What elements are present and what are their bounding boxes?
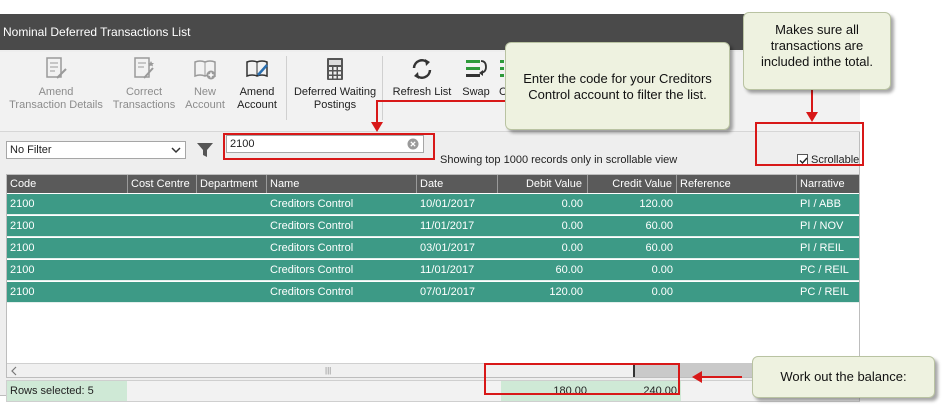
column-header-code[interactable]: Code (10, 175, 126, 193)
cell-debit: 0.00 (561, 198, 583, 210)
status-bar: Rows selected: 5 180.00 240.00 (6, 380, 860, 402)
deferred-label-2: Postings (313, 99, 357, 111)
cell-name: Creditors Control (270, 286, 354, 298)
cell-code: 2100 (10, 220, 35, 232)
correct-label-1: Correct (125, 86, 163, 98)
new-account-label-1: New (193, 86, 216, 98)
scrollbar-grip-icon[interactable]: ||| (325, 367, 335, 375)
scroll-left-icon[interactable] (9, 366, 19, 376)
calculator-icon (327, 58, 343, 80)
column-header-narrative[interactable]: Narrative (796, 175, 859, 193)
cell-code: 2100 (10, 242, 35, 254)
cell-name: Creditors Control (270, 264, 354, 276)
refresh-icon (412, 59, 432, 79)
cell-debit: 0.00 (561, 220, 583, 232)
swap-icon (466, 60, 487, 77)
toolbar-divider (382, 56, 383, 120)
cell-date: 10/01/2017 (420, 198, 476, 210)
cell-debit: 0.00 (561, 242, 583, 254)
cell-code: 2100 (10, 264, 35, 276)
document-pencil-icon (46, 57, 67, 79)
swap-button[interactable]: Swap (458, 56, 494, 99)
table-row[interactable]: 2100 Creditors Control 11/01/2017 60.00 … (7, 260, 859, 281)
column-header-department[interactable]: Department (196, 175, 264, 193)
cell-narrative: PI / NOV (800, 220, 844, 232)
cell-debit: 120.00 (549, 286, 583, 298)
search-highlight-box (223, 133, 435, 160)
cell-date: 03/01/2017 (420, 242, 476, 254)
column-header-credit[interactable]: Credit Value (587, 175, 675, 193)
amend-account-label-2: Account (237, 99, 277, 111)
filter-funnel-icon[interactable] (196, 141, 214, 159)
column-header-debit[interactable]: Debit Value (497, 175, 585, 193)
cell-narrative: PC / REIL (800, 286, 849, 298)
table-row[interactable]: 2100 Creditors Control 07/01/2017 120.00… (7, 282, 859, 303)
document-wand-icon (134, 57, 154, 79)
cell-credit: 120.00 (639, 198, 673, 210)
cell-credit: 60.00 (645, 242, 673, 254)
cell-narrative: PI / REIL (800, 242, 845, 254)
column-header-reference[interactable]: Reference (676, 175, 796, 193)
refresh-label: Refresh List (392, 86, 452, 98)
cell-credit: 0.00 (651, 286, 673, 298)
amend-transaction-details-button[interactable]: Amend Transaction Details (8, 56, 104, 112)
cell-narrative: PI / ABB (800, 198, 841, 210)
new-account-button[interactable]: New Account (182, 56, 228, 112)
cell-code: 2100 (10, 286, 35, 298)
cell-narrative: PC / REIL (800, 264, 849, 276)
cell-code: 2100 (10, 198, 35, 210)
table-row[interactable]: 2100 Creditors Control 11/01/2017 0.00 6… (7, 216, 859, 237)
cell-debit: 60.00 (555, 264, 583, 276)
scrollable-callout: Makes sure all transactions are included… (743, 12, 891, 90)
toolbar: Amend Transaction Details Correct Transa… (0, 52, 860, 132)
cell-name: Creditors Control (270, 198, 354, 210)
filter-select[interactable]: No Filter (6, 141, 186, 159)
rows-selected-text: Rows selected: 5 (7, 381, 127, 401)
cell-credit: 60.00 (645, 220, 673, 232)
totals-highlight-box (484, 363, 680, 395)
column-header-date[interactable]: Date (416, 175, 496, 193)
grid-header: Code Cost Centre Department Name Date De… (7, 175, 859, 193)
deferred-label-1: Deferred Waiting (293, 86, 377, 98)
refresh-list-button[interactable]: Refresh List (388, 56, 456, 99)
amend-details-label-1: Amend (38, 86, 74, 98)
book-plus-icon (194, 60, 216, 80)
records-info-text: Showing top 1000 records only in scrolla… (440, 154, 678, 166)
window-title: Nominal Deferred Transactions List (0, 14, 860, 50)
cell-date: 11/01/2017 (420, 264, 475, 276)
nominal-deferred-window: Nominal Deferred Transactions List Amend… (0, 14, 860, 402)
swap-label: Swap (462, 86, 490, 98)
scrollable-highlight-box (755, 122, 864, 166)
column-header-name[interactable]: Name (266, 175, 412, 193)
amend-details-label-2: Transaction Details (9, 99, 103, 111)
amend-account-label-1: Amend (239, 86, 275, 98)
cell-date: 07/01/2017 (420, 286, 476, 298)
creditors-code-callout: Enter the code for your Creditors Contro… (505, 42, 730, 130)
correct-transactions-button[interactable]: Correct Transactions (108, 56, 180, 112)
transactions-grid: Code Cost Centre Department Name Date De… (6, 174, 860, 378)
filter-select-value: No Filter (10, 144, 52, 156)
balance-callout: Work out the balance: (752, 356, 935, 398)
table-row[interactable]: 2100 Creditors Control 03/01/2017 0.00 6… (7, 238, 859, 259)
cell-name: Creditors Control (270, 220, 354, 232)
table-row[interactable]: 2100 Creditors Control 10/01/2017 0.00 1… (7, 194, 859, 215)
cell-date: 11/01/2017 (420, 220, 475, 232)
deferred-waiting-postings-button[interactable]: Deferred Waiting Postings (290, 56, 380, 112)
book-pencil-icon (246, 60, 268, 78)
new-account-label-2: Account (185, 99, 225, 111)
cell-name: Creditors Control (270, 242, 354, 254)
cell-credit: 0.00 (651, 264, 673, 276)
toolbar-divider (286, 56, 287, 120)
amend-account-button[interactable]: Amend Account (232, 56, 282, 112)
chevron-down-icon (171, 147, 181, 154)
column-header-cost-centre[interactable]: Cost Centre (127, 175, 193, 193)
correct-label-2: Transactions (112, 99, 176, 111)
